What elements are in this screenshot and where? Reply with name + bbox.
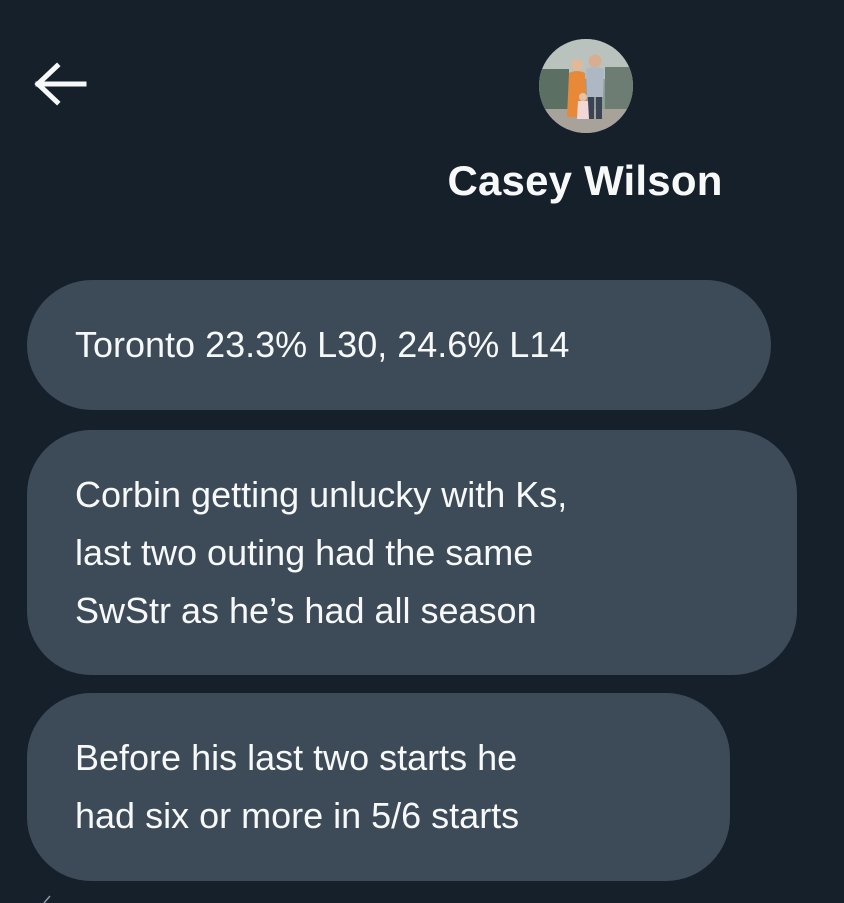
message-text: Corbin getting unlucky with Ks, [75, 474, 568, 515]
message-bubble[interactable]: Corbin getting unlucky with Ks, last two… [27, 430, 797, 675]
message-bubble[interactable]: Toronto 23.3% L30, 24.6% L14 [27, 280, 771, 410]
avatar[interactable] [539, 39, 633, 133]
back-button[interactable] [30, 58, 92, 110]
bubble-tail-icon [43, 895, 51, 903]
message-bubble[interactable]: Before his last two starts he had six or… [27, 693, 730, 881]
message-text: SwStr as he’s had all season [75, 590, 537, 631]
arrow-left-icon [34, 62, 87, 106]
message-text: last two outing had the same [75, 532, 534, 573]
message-text: had six or more in 5/6 starts [75, 795, 520, 836]
message-text: Before his last two starts he [75, 737, 518, 778]
contact-name[interactable]: Casey Wilson [388, 150, 782, 212]
profile-photo [539, 39, 633, 133]
message-text: Toronto 23.3% L30, 24.6% L14 [75, 324, 570, 365]
